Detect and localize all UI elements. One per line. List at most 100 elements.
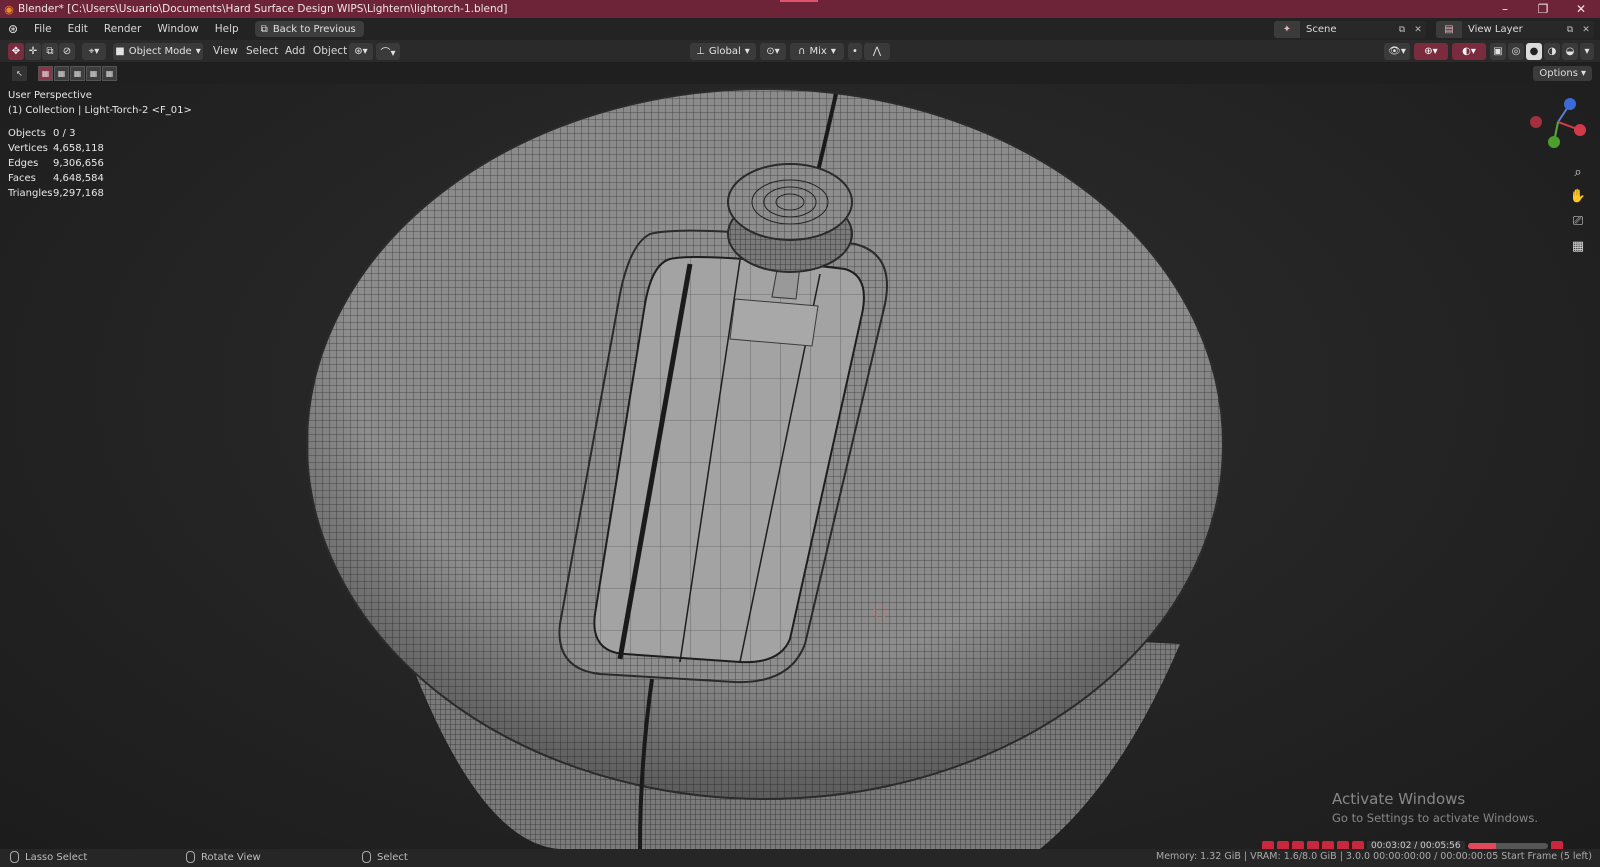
menu-file[interactable]: File	[26, 23, 60, 35]
transform-orientation-dropdown[interactable]: ⊥ Global ▾	[690, 43, 756, 60]
header-menu-select[interactable]: Select	[246, 45, 278, 57]
blender-logo-icon: ◉	[4, 2, 14, 16]
scene-statistics: Objects 0 / 3 Vertices 4,658,118 Edges 9,30…	[8, 128, 104, 203]
x-axis-icon[interactable]	[1574, 124, 1586, 136]
stat-row: Edges 9,306,656	[8, 158, 104, 169]
menu-render[interactable]: Render	[96, 23, 149, 35]
blender-menu-icon[interactable]: ⊛	[0, 22, 26, 36]
z-axis-icon[interactable]	[1564, 98, 1576, 110]
window-title: Blender* [C:\Users\Usuario\Documents\Har…	[18, 3, 508, 15]
delete-scene-icon[interactable]: ✕	[1410, 21, 1426, 38]
title-bar: ◉ Blender* [C:\Users\Usuario\Documents\H…	[0, 0, 1600, 18]
shading-options-icon[interactable]: ▾	[1580, 43, 1594, 60]
cursor-tool-icon[interactable]: ↖	[12, 66, 27, 81]
menu-edit[interactable]: Edit	[60, 23, 96, 35]
status-lasso: Lasso Select	[10, 851, 87, 863]
select-extend-icon[interactable]: ▦	[54, 66, 69, 81]
restore-icon[interactable]: ❐	[1524, 0, 1562, 18]
perspective-grid-icon[interactable]: ▦	[1568, 236, 1588, 256]
editor-type-icon[interactable]: ⌖▾	[82, 43, 106, 60]
activate-windows-subtitle: Go to Settings to activate Windows.	[1332, 811, 1538, 825]
wireframe-model	[306, 88, 1224, 849]
activate-windows-title: Activate Windows	[1332, 790, 1466, 808]
back-to-previous-button[interactable]: ⧉ Back to Previous	[254, 21, 364, 37]
mouse-right-icon	[362, 851, 371, 863]
new-scene-icon[interactable]: ⧉	[1394, 21, 1410, 38]
menu-window[interactable]: Window	[149, 23, 206, 35]
stat-row: Triangles 9,297,168	[8, 188, 104, 199]
orientation-icon: ⊥	[696, 46, 705, 57]
object-mode-icon: ■	[115, 46, 125, 57]
zoom-icon[interactable]: ⌕	[1568, 162, 1588, 182]
back-label: Back to Previous	[272, 23, 356, 35]
view-layer-selector[interactable]: ▤ View Layer ⧉ ✕	[1436, 21, 1594, 38]
minimize-icon[interactable]: –	[1486, 0, 1524, 18]
status-bar: Lasso Select Rotate View Select Memory: …	[0, 849, 1600, 867]
mouse-left-icon	[10, 851, 19, 863]
mix-label: Mix	[809, 46, 827, 57]
magnet-icon: ∩	[798, 46, 806, 57]
delete-view-layer-icon[interactable]: ✕	[1578, 21, 1594, 38]
tool-link-icon[interactable]: ⊘	[59, 43, 75, 60]
chevron-down-icon: ▾	[744, 46, 750, 57]
3d-viewport[interactable]: User Perspective (1) Collection | Light-…	[0, 84, 1600, 849]
collection-label: (1) Collection | Light-Torch-2 <F_01>	[8, 105, 192, 116]
object-mode-dropdown[interactable]: ■ Object Mode ▾	[113, 43, 203, 60]
tool-copy-icon[interactable]: ⧉	[42, 43, 58, 60]
snap-dropdown[interactable]: ⊛▾	[349, 43, 373, 60]
stat-row: Vertices 4,658,118	[8, 143, 104, 154]
mouse-middle-icon	[186, 851, 195, 863]
select-invert-icon[interactable]: ▦	[86, 66, 101, 81]
options-label: Options	[1539, 68, 1578, 79]
perspective-label: User Perspective	[8, 90, 92, 101]
scene-name: Scene	[1306, 24, 1337, 35]
object-mode-label: Object Mode	[128, 46, 192, 57]
chevron-down-icon: ▾	[1580, 68, 1586, 79]
tool-settings-bar	[0, 62, 1600, 84]
proportional-dropdown[interactable]: ⌒▾	[376, 43, 400, 60]
shading-rendered-icon[interactable]: ◒	[1562, 43, 1578, 60]
tool-select-icon[interactable]: ✥	[8, 43, 24, 60]
new-view-layer-icon[interactable]: ⧉	[1562, 21, 1578, 38]
snapping-mix-dropdown[interactable]: ∩ Mix ▾	[790, 43, 844, 60]
navigation-gizmo[interactable]	[1520, 94, 1590, 154]
view-layer-name: View Layer	[1468, 24, 1523, 35]
stat-row: Faces 4,648,584	[8, 173, 104, 184]
close-icon[interactable]: ✕	[1562, 0, 1600, 18]
falloff-dropdown[interactable]: ⋀	[864, 43, 890, 60]
chevron-down-icon: ▾	[830, 46, 836, 57]
header-menu-add[interactable]: Add	[285, 45, 305, 57]
orientation-label: Global	[708, 46, 741, 57]
pan-hand-icon[interactable]: ✋	[1568, 186, 1588, 206]
status-select: Select	[362, 851, 408, 863]
xray-toggle-icon[interactable]: ▣	[1490, 43, 1506, 60]
status-rotate: Rotate View	[186, 851, 261, 863]
shading-material-icon[interactable]: ◑	[1544, 43, 1560, 60]
proportional-edit-icon[interactable]: •	[848, 43, 862, 60]
shading-solid-icon[interactable]: ●	[1526, 43, 1542, 60]
y-axis-icon[interactable]	[1548, 136, 1560, 148]
select-new-icon[interactable]: ▦	[38, 66, 53, 81]
chevron-down-icon: ▾	[195, 46, 201, 57]
select-intersect-icon[interactable]: ▦	[102, 66, 117, 81]
tool-move-icon[interactable]: ✛	[25, 43, 41, 60]
overlays-dropdown[interactable]: ◐▾	[1452, 43, 1486, 60]
header-menu-object[interactable]: Object	[313, 45, 347, 57]
playback-progress[interactable]	[1467, 842, 1548, 849]
select-subtract-icon[interactable]: ▦	[70, 66, 85, 81]
playback-progress-fill	[1467, 842, 1497, 849]
stat-row: Objects 0 / 3	[8, 128, 76, 139]
header-menu-view[interactable]: View	[213, 45, 238, 57]
visibility-dropdown[interactable]: 👁▾	[1384, 43, 1410, 60]
scene-icon: ✦	[1274, 21, 1300, 38]
scene-selector[interactable]: ✦ Scene ⧉ ✕	[1274, 21, 1426, 38]
back-icon: ⧉	[260, 23, 268, 35]
gizmos-dropdown[interactable]: ⊕▾	[1414, 43, 1448, 60]
pivot-point-dropdown[interactable]: ⊙▾	[760, 43, 786, 60]
shading-wireframe-icon[interactable]: ◎	[1508, 43, 1524, 60]
neg-x-axis-icon[interactable]	[1530, 116, 1542, 128]
camera-icon[interactable]: ⎚	[1568, 211, 1588, 231]
options-dropdown[interactable]: Options ▾	[1533, 66, 1592, 81]
view-layer-icon: ▤	[1436, 21, 1462, 38]
menu-help[interactable]: Help	[207, 23, 247, 35]
